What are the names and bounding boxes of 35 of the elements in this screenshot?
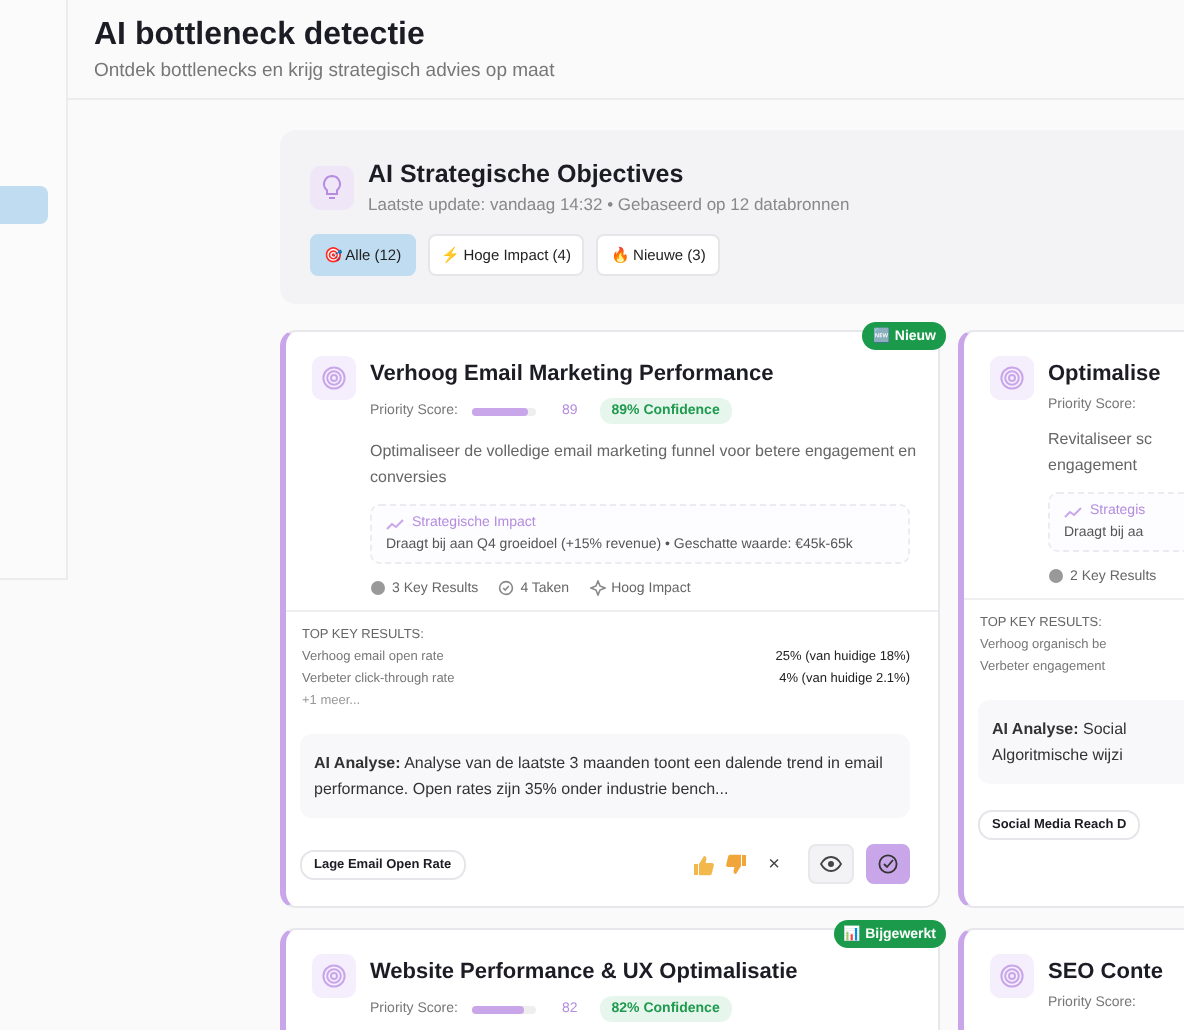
- description-text: Optimaliseer de volledige email marketing funnel voor betere engagement en: [370, 440, 917, 464]
- page-title: AI bottleneck detectie: [94, 18, 427, 54]
- thumbs-down-icon[interactable]: [726, 853, 749, 875]
- dot-icon: [1048, 568, 1064, 584]
- description-text: Revitaliseer sc: [1048, 428, 1153, 452]
- section-title: AI Strategische Objectives: [368, 160, 686, 188]
- eye-icon: [820, 856, 842, 872]
- view-button[interactable]: [808, 844, 854, 884]
- trend-up-icon: [386, 517, 404, 529]
- description-text: engagement: [1048, 454, 1137, 478]
- check-circle-icon: [498, 580, 515, 596]
- accept-button[interactable]: [866, 844, 910, 884]
- card-title: Website Performance & UX Optimalisatie: [370, 960, 800, 984]
- analysis-text: AI Analyse: Social: [992, 718, 1127, 742]
- trend-up-icon: [1064, 505, 1082, 517]
- target-icon: [1000, 366, 1024, 390]
- analysis-text: AI Analyse: Analyse van de laatste 3 maanden toont een dalende trend in email: [314, 752, 883, 776]
- sidebar-item[interactable]: [0, 186, 48, 224]
- section-subtitle: Laatste update: vandaag 14:32 • Gebaseerd op 12 databronnen: [368, 194, 850, 214]
- analysis-text: performance. Open rates zijn 35% onder industrie bench...: [314, 778, 729, 802]
- description-text: conversies: [370, 466, 447, 490]
- target-icon: [1000, 964, 1024, 988]
- dismiss-button[interactable]: ×: [760, 853, 788, 875]
- card-title: Optimalise: [1048, 362, 1163, 386]
- card-title: Verhoog Email Marketing Performance: [370, 362, 776, 386]
- target-icon: [322, 366, 346, 390]
- sparkle-icon: [589, 580, 606, 596]
- check-circle-icon: [878, 854, 898, 874]
- page-subtitle: Ontdek bottlenecks en krijg strategisch advies op maat: [94, 60, 557, 82]
- target-icon: [322, 964, 346, 988]
- card-title: SEO Conte: [1048, 960, 1165, 984]
- analysis-text: Algoritmische wijzi: [992, 744, 1123, 768]
- dot-icon: [370, 580, 386, 596]
- thumbs-up-icon[interactable]: [692, 853, 715, 875]
- lightbulb-icon: [310, 165, 354, 209]
